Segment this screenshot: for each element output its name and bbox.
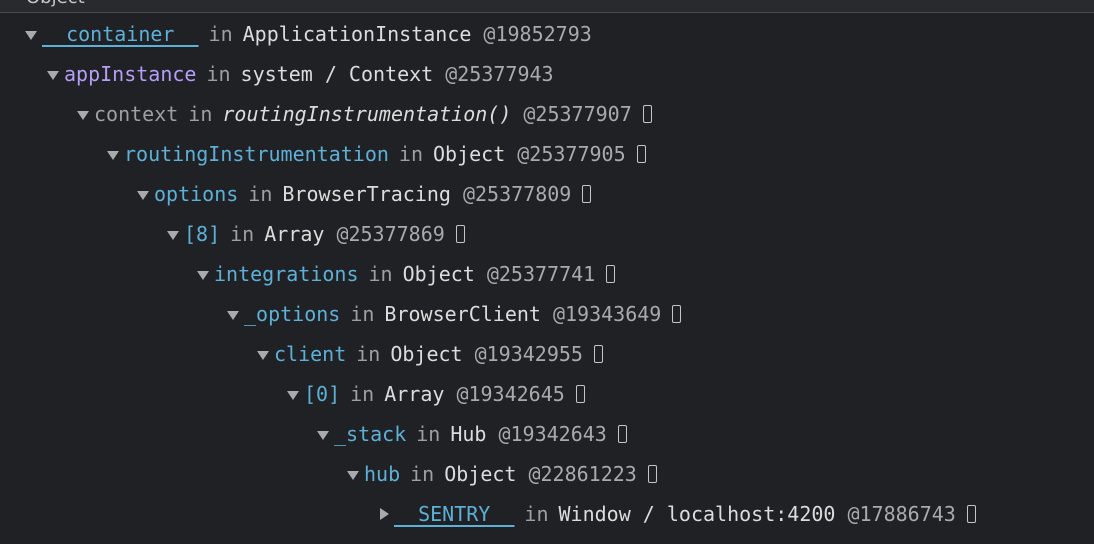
triangle-down-icon[interactable] bbox=[286, 374, 304, 414]
triangle-down-icon[interactable] bbox=[316, 414, 334, 454]
property-key: appInstance bbox=[64, 62, 197, 86]
object-type: Object bbox=[390, 342, 463, 366]
tree-row-container[interactable]: __container__ in ApplicationInstance @19… bbox=[24, 14, 592, 54]
object-type: Hub bbox=[450, 422, 487, 446]
object-address: @17886743 bbox=[847, 502, 956, 526]
tree-row-hub[interactable]: hub in Object @22861223 bbox=[346, 454, 657, 494]
reveal-box-icon[interactable] bbox=[617, 425, 627, 443]
object-address: @25377741 bbox=[486, 262, 596, 286]
in-keyword: in bbox=[356, 342, 381, 366]
tree-row-client[interactable]: client in Object @19342955 bbox=[256, 334, 603, 374]
property-key: _options bbox=[244, 302, 341, 326]
property-key: [8] bbox=[184, 222, 221, 246]
triangle-down-icon[interactable] bbox=[76, 94, 94, 134]
reveal-box-icon[interactable] bbox=[647, 465, 657, 483]
in-keyword: in bbox=[524, 502, 549, 526]
property-key: routingInstrumentation bbox=[124, 142, 389, 166]
reveal-box-icon[interactable] bbox=[593, 345, 603, 363]
object-type: routingInstrumentation() bbox=[222, 102, 512, 126]
property-key: context bbox=[94, 102, 179, 126]
object-address: @25377869 bbox=[336, 222, 445, 246]
in-keyword: in bbox=[188, 102, 213, 126]
in-keyword: in bbox=[230, 222, 255, 246]
property-key[interactable]: __container__ bbox=[42, 14, 199, 54]
reveal-box-icon[interactable] bbox=[642, 105, 652, 123]
triangle-right-icon[interactable] bbox=[376, 494, 394, 534]
in-keyword: in bbox=[206, 62, 231, 86]
in-keyword: in bbox=[208, 22, 233, 46]
triangle-down-icon[interactable] bbox=[226, 294, 244, 334]
triangle-down-icon[interactable] bbox=[136, 174, 154, 214]
tree-row-index-0[interactable]: [0] in Array @19342645 bbox=[286, 374, 585, 414]
triangle-down-icon[interactable] bbox=[46, 54, 64, 94]
object-address: @19343649 bbox=[552, 302, 662, 326]
object-type: Object bbox=[444, 462, 517, 486]
panel-header: Object bbox=[0, 0, 1094, 13]
tree-row-stack[interactable]: _stack in Hub @19342643 bbox=[316, 414, 627, 454]
tree-row-index-8[interactable]: [8] in Array @25377869 bbox=[166, 214, 465, 254]
reveal-box-icon[interactable] bbox=[582, 185, 592, 203]
object-address: @22861223 bbox=[528, 462, 637, 486]
reveal-box-icon[interactable] bbox=[966, 505, 976, 523]
tree-row-context[interactable]: context in routingInstrumentation() @253… bbox=[76, 94, 652, 134]
property-key: client bbox=[274, 342, 347, 366]
reveal-box-icon[interactable] bbox=[575, 385, 585, 403]
in-keyword: in bbox=[410, 462, 435, 486]
triangle-down-icon[interactable] bbox=[166, 214, 184, 254]
in-keyword: in bbox=[416, 422, 441, 446]
in-keyword: in bbox=[350, 382, 375, 406]
tree-row-options[interactable]: options in BrowserTracing @25377809 bbox=[136, 174, 592, 214]
object-type: system / Context bbox=[240, 62, 434, 86]
property-key: options bbox=[154, 182, 239, 206]
in-keyword: in bbox=[248, 182, 273, 206]
reveal-box-icon[interactable] bbox=[636, 145, 646, 163]
tree-row-integrations[interactable]: integrations in Object @25377741 bbox=[196, 254, 616, 294]
triangle-down-icon[interactable] bbox=[24, 14, 42, 54]
triangle-down-icon[interactable] bbox=[346, 454, 364, 494]
object-type: Object bbox=[433, 142, 506, 166]
triangle-down-icon[interactable] bbox=[256, 334, 274, 374]
in-keyword: in bbox=[398, 142, 423, 166]
in-keyword: in bbox=[350, 302, 375, 326]
property-key: _stack bbox=[334, 422, 407, 446]
tree-row-routinginstrumentation[interactable]: routingInstrumentation in Object @253779… bbox=[106, 134, 646, 174]
object-address: @25377943 bbox=[445, 62, 554, 86]
object-type: BrowserTracing bbox=[282, 182, 451, 206]
triangle-down-icon[interactable] bbox=[196, 254, 214, 294]
panel-header-label: Object bbox=[26, 0, 85, 8]
object-type: Window / localhost:4200 bbox=[558, 502, 836, 526]
triangle-down-icon[interactable] bbox=[106, 134, 124, 174]
property-key: [0] bbox=[304, 382, 341, 406]
tree-row-appinstance[interactable]: appInstance in system / Context @2537794… bbox=[46, 54, 554, 94]
reveal-box-icon[interactable] bbox=[606, 265, 616, 283]
property-key: hub bbox=[364, 462, 401, 486]
property-key: integrations bbox=[214, 262, 359, 286]
object-address: @25377905 bbox=[517, 142, 626, 166]
reveal-box-icon[interactable] bbox=[672, 305, 682, 323]
tree-row-underscore-options[interactable]: _options in BrowserClient @19343649 bbox=[226, 294, 682, 334]
tree-row-sentry[interactable]: __SENTRY__ in Window / localhost:4200 @1… bbox=[376, 494, 976, 534]
object-type: Object bbox=[402, 262, 475, 286]
object-type: Array bbox=[384, 382, 445, 406]
object-address: @19852793 bbox=[483, 22, 592, 46]
property-key[interactable]: __SENTRY__ bbox=[394, 494, 514, 534]
object-address: @25377809 bbox=[462, 182, 572, 206]
object-type: Array bbox=[264, 222, 325, 246]
in-keyword: in bbox=[368, 262, 393, 286]
reveal-box-icon[interactable] bbox=[455, 225, 465, 243]
object-type: ApplicationInstance bbox=[242, 22, 472, 46]
object-type: BrowserClient bbox=[384, 302, 541, 326]
object-address: @19342955 bbox=[474, 342, 583, 366]
object-address: @25377907 bbox=[523, 102, 632, 126]
object-address: @19342643 bbox=[498, 422, 607, 446]
object-address: @19342645 bbox=[456, 382, 565, 406]
